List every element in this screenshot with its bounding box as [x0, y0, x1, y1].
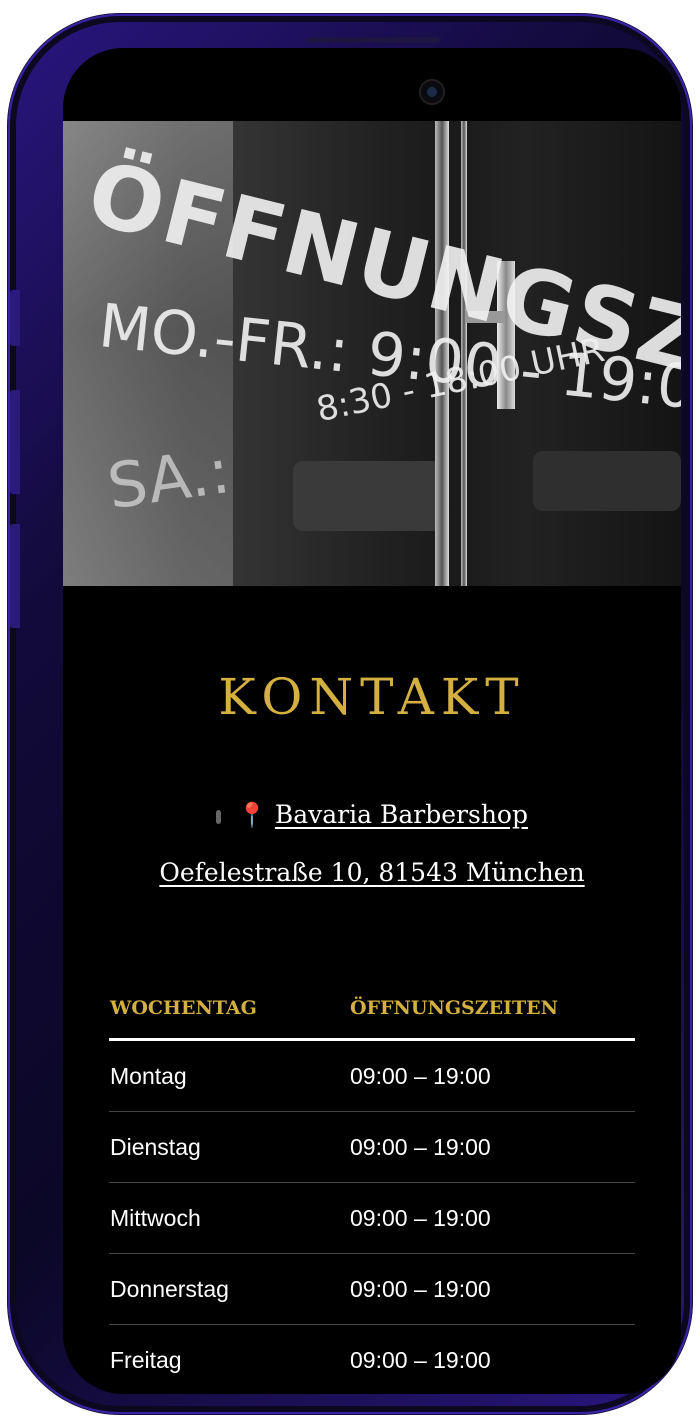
table-header: WOCHENTAG ÖFFNUNGSZEITEN	[109, 978, 635, 1041]
header-day: WOCHENTAG	[110, 997, 257, 1019]
speaker-grille	[306, 37, 440, 43]
row-day: Freitag	[110, 1346, 182, 1373]
row-day: Dienstag	[110, 1133, 201, 1160]
address-line: Oefelestraße 10, 81543 München	[63, 858, 681, 887]
screen: ÖFFNUNGSZEITEN MO.-FR.: 9:00 - 19:00 UHR…	[63, 48, 681, 1394]
row-hours: 09:00 – 19:00	[350, 1133, 491, 1160]
header-hours: ÖFFNUNGSZEITEN	[350, 997, 559, 1019]
table-row: Mittwoch 09:00 – 19:00	[109, 1183, 635, 1254]
business-name-line: 📍 Bavaria Barbershop	[63, 800, 681, 829]
row-hours: 09:00 – 19:00	[350, 1062, 491, 1089]
opening-hours-table: WOCHENTAG ÖFFNUNGSZEITEN Montag 09:00 – …	[109, 978, 635, 1394]
phone-frame: ÖFFNUNGSZEITEN MO.-FR.: 9:00 - 19:00 UHR…	[8, 14, 692, 1414]
row-day: Montag	[110, 1062, 187, 1089]
row-day: Mittwoch	[110, 1204, 201, 1231]
side-button-mute	[10, 290, 20, 346]
side-button-volume-down	[10, 524, 20, 628]
address-link[interactable]: Oefelestraße 10, 81543 München	[159, 858, 584, 887]
contact-title: KONTAKT	[218, 668, 526, 726]
row-hours: 09:00 – 19:00	[350, 1275, 491, 1302]
camera-icon	[419, 79, 445, 105]
cursor-dot	[216, 809, 222, 824]
table-row: Donnerstag 09:00 – 19:00	[109, 1254, 635, 1325]
hero-chair-reflection	[293, 461, 443, 531]
row-day: Donnerstag	[110, 1275, 229, 1302]
table-row: Freitag 09:00 – 19:00	[109, 1325, 635, 1394]
table-row: Montag 09:00 – 19:00	[109, 1041, 635, 1112]
row-hours: 09:00 – 19:00	[350, 1346, 491, 1373]
row-hours: 09:00 – 19:00	[350, 1204, 491, 1231]
table-row: Dienstag 09:00 – 19:00	[109, 1112, 635, 1183]
hero-chair	[533, 451, 681, 511]
side-button-volume-up	[10, 390, 20, 494]
map-pin-icon: 📍	[237, 801, 267, 829]
hero-image: ÖFFNUNGSZEITEN MO.-FR.: 9:00 - 19:00 UHR…	[63, 121, 681, 586]
dynamic-island	[268, 63, 463, 119]
business-name-link[interactable]: Bavaria Barbershop	[275, 800, 528, 829]
